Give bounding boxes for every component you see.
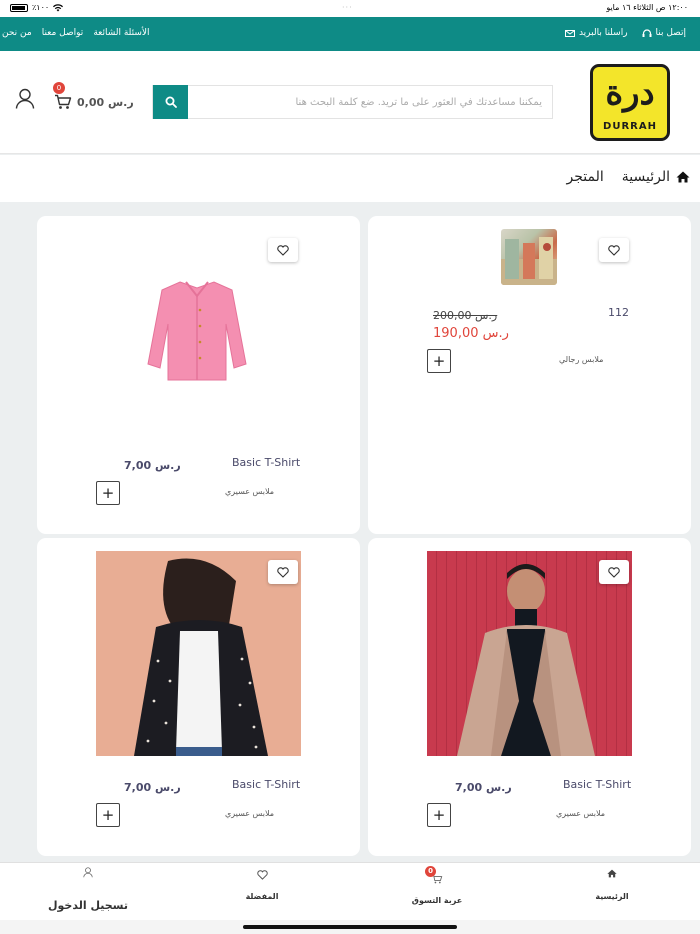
link-contact[interactable]: تواصل معنا [42,28,84,38]
pink-cardigan-picture [147,281,247,381]
multitask-dots: ··· [342,3,353,12]
product-name[interactable]: Basic T-Shirt [563,778,631,791]
product-category: ملابس عسيري [556,809,606,818]
header-cart[interactable]: 0 0,00 ر.س [53,82,134,118]
add-to-cart-button[interactable]: + [427,349,451,373]
cart-total: 0,00 ر.س [77,96,134,109]
nav-login-label: تسجيل الدخول [47,899,128,912]
breadcrumb: الرئيسية المتجر [0,155,700,202]
envelope-icon [564,29,575,37]
heart-icon [608,244,620,256]
logo-mark: درة [605,73,655,113]
battery-indicator: ٪١٠٠ [10,3,64,12]
search-button[interactable] [153,85,188,119]
search-box [152,85,553,119]
bottom-nav: الرئيسية 0 عربة التسوق المفضلة تسجيل الد… [0,862,700,920]
product-price: 7,00 ر.س [124,459,181,472]
top-bar: من نحن تواصل معنا الأسئلة الشائعة راسلنا… [0,17,700,51]
product-category: ملابس رجالي [559,355,604,364]
search-input[interactable] [187,86,552,118]
top-links: من نحن تواصل معنا الأسئلة الشائعة [2,28,150,38]
product-name[interactable]: Basic T-Shirt [232,456,300,469]
product-price: 190,00 ر.س [433,326,509,341]
home-indicator[interactable] [243,925,457,929]
product-category: ملابس عسيري [225,809,275,818]
cart-badge: 0 [53,82,65,94]
product-card[interactable]: Basic T-Shirt 7,00 ر.س ملابس عسيري + [37,216,360,534]
heart-icon [277,244,289,256]
account-button[interactable] [15,88,35,114]
user-icon [15,88,35,109]
nav-favorites-label: المفضلة [245,892,279,901]
product-card[interactable]: Basic T-Shirt 7,00 ر.س ملابس عسيري + [37,538,360,856]
nav-home-label: الرئيسية [595,892,629,901]
user-icon [83,867,93,878]
headset-icon [642,28,652,37]
logo-word: DURRAH [603,121,657,132]
product-card[interactable]: Basic T-Shirt 7,00 ر.س ملابس عسيري + [368,538,691,856]
favorite-button[interactable] [599,238,629,262]
mail-link[interactable]: راسلنا بالبريد [564,28,628,38]
product-name[interactable]: Basic T-Shirt [232,778,300,791]
call-label: إتصل بنا [655,28,686,38]
favorite-button[interactable] [268,560,298,584]
battery-icon [10,3,28,12]
breadcrumb-home[interactable]: الرئيسية [622,169,670,185]
add-to-cart-button[interactable]: + [96,803,120,827]
home-icon[interactable] [676,171,690,183]
battery-percent: ٪١٠٠ [32,3,50,12]
wifi-icon [53,3,64,11]
add-to-cart-button[interactable]: + [96,481,120,505]
link-faq[interactable]: الأسئلة الشائعة [93,28,149,38]
heart-icon [608,566,620,578]
favorite-button[interactable] [268,238,298,262]
product-price: 7,00 ر.س [124,781,181,794]
nav-cart-badge: 0 [425,866,436,877]
clock: ١٢:٠٠ ص الثلاثاء ١٦ مايو [606,3,688,12]
call-link[interactable]: إتصل بنا [642,28,686,38]
home-icon [607,869,617,878]
status-bar: ٪١٠٠ ··· ١٢:٠٠ ص الثلاثاء ١٦ مايو [0,0,700,17]
heart-icon [257,870,268,880]
link-about[interactable]: من نحن [2,28,32,38]
logo[interactable]: درة DURRAH [590,64,670,141]
product-image [501,229,557,285]
product-old-price: 200,00 ر.س [433,309,498,322]
header: درة DURRAH 0 0,00 ر.س [0,51,700,154]
product-category: ملابس عسيري [225,487,275,496]
add-to-cart-button[interactable]: + [427,803,451,827]
time-date: ١٢:٠٠ ص الثلاثاء ١٦ مايو [606,3,688,12]
breadcrumb-current: المتجر [566,169,604,185]
mail-label: راسلنا بالبريد [578,28,628,38]
store-shelves-picture [501,237,557,285]
product-price: 7,00 ر.س [455,781,512,794]
nav-cart-label: عربة التسوق [411,896,463,905]
product-name[interactable]: 112 [608,306,629,319]
top-contact: راسلنا بالبريد إتصل بنا [564,28,686,38]
product-card[interactable]: 112 200,00 ر.س 190,00 ر.س ملابس رجالي + [368,216,691,534]
favorite-button[interactable] [599,560,629,584]
cart-icon [55,94,72,109]
search-icon [165,96,177,108]
heart-icon [277,566,289,578]
